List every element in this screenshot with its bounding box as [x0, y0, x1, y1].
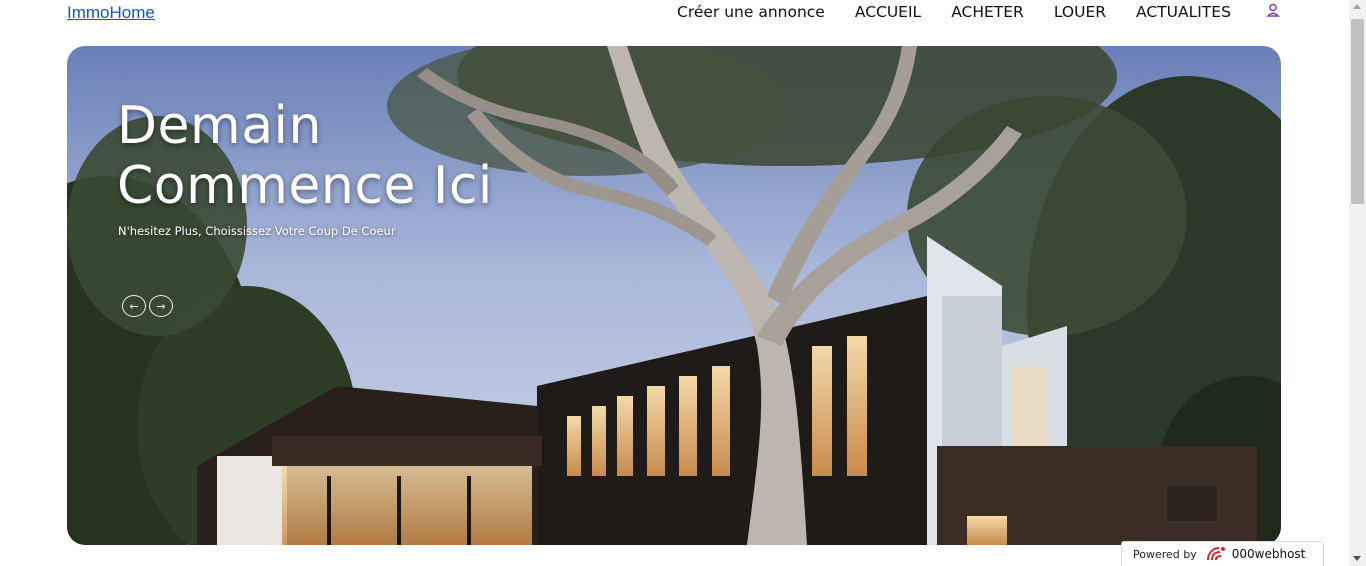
powered-by-label: Powered by [1133, 547, 1197, 561]
scroll-up-icon[interactable] [1353, 4, 1361, 9]
hero-title-line1: Demain [117, 96, 322, 156]
nav-create-listing[interactable]: Créer une annonce [677, 3, 825, 21]
scroll-thumb[interactable] [1351, 19, 1364, 204]
next-arrow-icon[interactable]: → [149, 295, 173, 317]
hero-title: Demain Commence Ici [117, 96, 493, 216]
nav-accueil[interactable]: ACCUEIL [855, 3, 921, 21]
000webhost-logo-icon [1206, 547, 1225, 561]
scroll-down-icon[interactable] [1353, 556, 1361, 561]
hero-banner: Demain Commence Ici N'hesitez Plus, Choi… [67, 46, 1281, 545]
carousel-controls: ← → [122, 295, 176, 317]
powered-by-badge[interactable]: Powered by 000webhost [1121, 541, 1324, 566]
user-icon[interactable] [1266, 3, 1280, 19]
powered-by-brand: 000webhost [1231, 547, 1306, 561]
prev-arrow-icon[interactable]: ← [122, 295, 146, 317]
site-header: ImmoHome Créer une annonce ACCUEIL ACHET… [0, 0, 1349, 26]
hero-subtitle: N'hesitez Plus, Choississez Votre Coup D… [118, 224, 396, 238]
nav-louer[interactable]: LOUER [1054, 3, 1106, 21]
main-nav: Créer une annonce ACCUEIL ACHETER LOUER … [677, 3, 1261, 21]
hero-title-line2: Commence Ici [117, 156, 493, 216]
brand-link[interactable]: ImmoHome [67, 3, 155, 23]
nav-acheter[interactable]: ACHETER [951, 3, 1024, 21]
vertical-scrollbar[interactable] [1349, 0, 1366, 566]
nav-actualites[interactable]: ACTUALITES [1136, 3, 1231, 21]
